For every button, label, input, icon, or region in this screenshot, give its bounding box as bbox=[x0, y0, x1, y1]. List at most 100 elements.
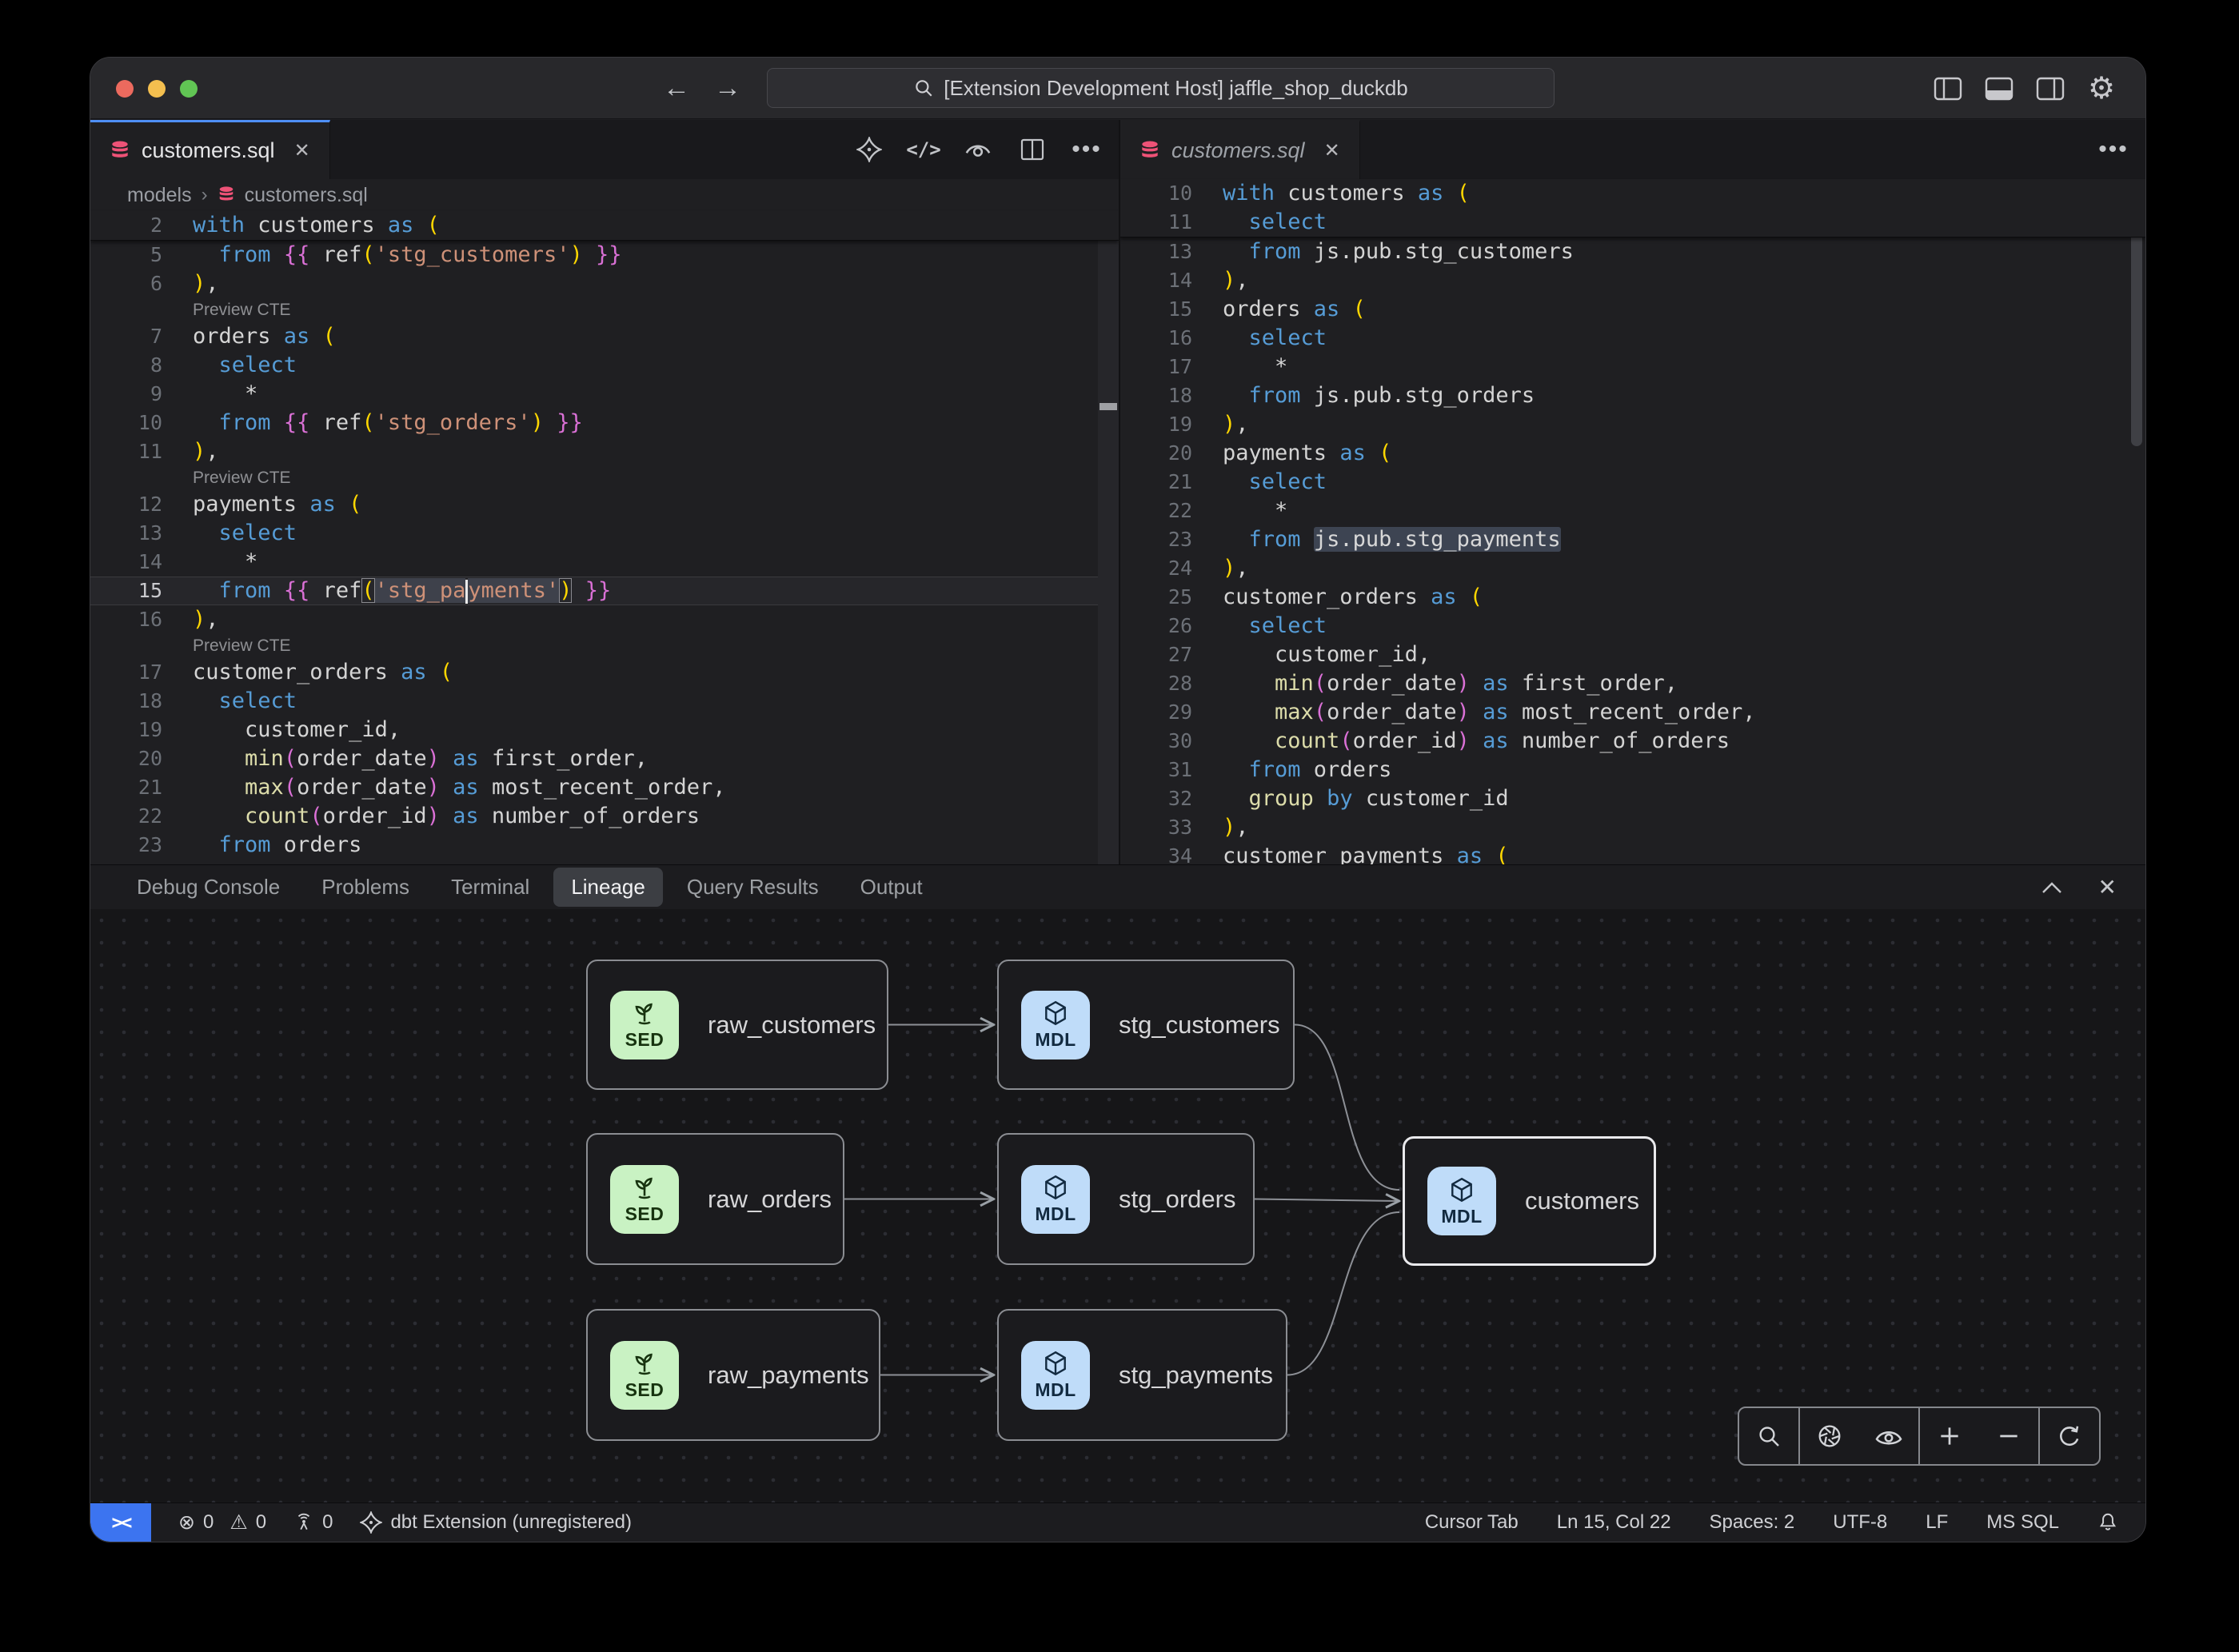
breadcrumb-folder[interactable]: models bbox=[127, 184, 192, 207]
dbt-extension-status[interactable]: dbt Extension (unregistered) bbox=[360, 1511, 632, 1534]
line-number[interactable]: 10 bbox=[1120, 179, 1215, 208]
line-number[interactable]: 6 bbox=[90, 269, 185, 298]
tab-customers-sql-left[interactable]: customers.sql ✕ bbox=[90, 120, 330, 179]
code-line-22[interactable]: 22 count(order_id) as number_of_orders bbox=[90, 802, 1119, 831]
code-line-25[interactable]: 25customer_orders as ( bbox=[1120, 583, 2145, 612]
line-number[interactable]: 17 bbox=[1120, 353, 1215, 381]
code-line-32[interactable]: 32 group by customer_id bbox=[1120, 784, 2145, 813]
line-number[interactable]: 5 bbox=[90, 241, 185, 269]
line-number[interactable]: 17 bbox=[90, 658, 185, 687]
line-number[interactable]: 21 bbox=[90, 773, 185, 802]
zoom-out-icon[interactable] bbox=[1979, 1408, 2038, 1464]
code-line-10[interactable]: 10with customers as ( bbox=[1120, 179, 2145, 208]
code-line-30[interactable]: 30 count(order_id) as number_of_orders bbox=[1120, 727, 2145, 756]
line-number[interactable]: 13 bbox=[90, 519, 185, 548]
line-number[interactable]: 9 bbox=[90, 380, 185, 409]
code-line-19[interactable]: 19), bbox=[1120, 410, 2145, 439]
code-line-12[interactable]: 12payments as ( bbox=[90, 490, 1119, 519]
close-window-button[interactable] bbox=[116, 80, 134, 98]
line-number[interactable]: 19 bbox=[90, 716, 185, 744]
code-line-29[interactable]: 29 max(order_date) as most_recent_order, bbox=[1120, 698, 2145, 727]
toggle-bottom-panel-icon[interactable] bbox=[1984, 75, 2014, 102]
lineage-node-stg_customers[interactable]: MDLstg_customers bbox=[997, 960, 1295, 1090]
codelens-preview-cte[interactable]: Preview CTE bbox=[90, 466, 1119, 490]
code-line-8[interactable]: 8 select bbox=[90, 351, 1119, 380]
line-number[interactable]: 24 bbox=[1120, 554, 1215, 583]
lineage-node-raw_payments[interactable]: SEDraw_payments bbox=[586, 1309, 880, 1441]
status-item-utf-8[interactable]: UTF-8 bbox=[1833, 1511, 1887, 1534]
forward-button[interactable]: → bbox=[714, 73, 741, 104]
maximize-window-button[interactable] bbox=[180, 80, 198, 98]
code-line-13[interactable]: 13 select bbox=[90, 519, 1119, 548]
code-line-20[interactable]: 20payments as ( bbox=[1120, 439, 2145, 468]
split-editor-icon[interactable] bbox=[1018, 135, 1047, 164]
status-item-ln-15-col-22[interactable]: Ln 15, Col 22 bbox=[1557, 1511, 1671, 1534]
status-item-cursor-tab[interactable]: Cursor Tab bbox=[1425, 1511, 1519, 1534]
line-number[interactable]: 29 bbox=[1120, 698, 1215, 727]
line-number[interactable]: 8 bbox=[90, 351, 185, 380]
code-area-left[interactable]: 2with customers as ( 5 from {{ ref('stg_… bbox=[90, 211, 1119, 860]
line-number[interactable]: 15 bbox=[1120, 295, 1215, 324]
lineage-canvas[interactable]: SEDraw_customersMDLstg_customersSEDraw_o… bbox=[90, 909, 2145, 1504]
show-compiled-code-icon[interactable]: </> bbox=[909, 135, 938, 164]
code-line-33[interactable]: 33), bbox=[1120, 813, 2145, 842]
minimize-window-button[interactable] bbox=[148, 80, 166, 98]
line-number[interactable]: 2 bbox=[90, 211, 185, 240]
status-item-ms-sql[interactable]: MS SQL bbox=[1986, 1511, 2059, 1534]
toggle-left-sidebar-icon[interactable] bbox=[1933, 75, 1963, 102]
code-line-24[interactable]: 24), bbox=[1120, 554, 2145, 583]
status-item-lf[interactable]: LF bbox=[1926, 1511, 1948, 1534]
toggle-right-sidebar-icon[interactable] bbox=[2035, 75, 2065, 102]
refresh-icon[interactable] bbox=[2040, 1408, 2099, 1464]
code-line-2[interactable]: 2with customers as ( bbox=[90, 211, 1119, 240]
settings-gear-icon[interactable]: ⚙ bbox=[2086, 75, 2117, 102]
aperture-icon[interactable] bbox=[1800, 1408, 1859, 1464]
code-line-16[interactable]: 16 select bbox=[1120, 324, 2145, 353]
codelens-preview-cte[interactable]: Preview CTE bbox=[90, 634, 1119, 658]
line-number[interactable]: 14 bbox=[1120, 266, 1215, 295]
code-line-20[interactable]: 20 min(order_date) as first_order, bbox=[90, 744, 1119, 773]
line-number[interactable]: 18 bbox=[1120, 381, 1215, 410]
code-line-18[interactable]: 18 from js.pub.stg_orders bbox=[1120, 381, 2145, 410]
codelens-preview-cte[interactable]: Preview CTE bbox=[90, 298, 1119, 322]
line-number[interactable]: 34 bbox=[1120, 842, 1215, 864]
line-number[interactable]: 22 bbox=[1120, 497, 1215, 525]
panel-tab-terminal[interactable]: Terminal bbox=[433, 868, 547, 907]
line-number[interactable]: 20 bbox=[90, 744, 185, 773]
code-line-23[interactable]: 23 from orders bbox=[90, 831, 1119, 860]
ports-status[interactable]: 0 bbox=[293, 1511, 333, 1534]
line-number[interactable]: 19 bbox=[1120, 410, 1215, 439]
code-line-6[interactable]: 6), bbox=[90, 269, 1119, 298]
code-line-21[interactable]: 21 max(order_date) as most_recent_order, bbox=[90, 773, 1119, 802]
status-item-spaces-2[interactable]: Spaces: 2 bbox=[1710, 1511, 1795, 1534]
line-number[interactable]: 12 bbox=[90, 490, 185, 519]
line-number[interactable]: 32 bbox=[1120, 784, 1215, 813]
line-number[interactable]: 28 bbox=[1120, 669, 1215, 698]
close-tab-icon[interactable]: ✕ bbox=[294, 139, 310, 162]
code-line-11[interactable]: 11 select bbox=[1120, 208, 2145, 237]
line-number[interactable]: 14 bbox=[90, 548, 185, 577]
code-line-15[interactable]: 15 from {{ ref('stg_payments') }} bbox=[90, 577, 1119, 605]
panel-tab-output[interactable]: Output bbox=[843, 868, 940, 907]
line-number[interactable]: 11 bbox=[90, 437, 185, 466]
line-number[interactable]: 16 bbox=[1120, 324, 1215, 353]
code-line-18[interactable]: 18 select bbox=[90, 687, 1119, 716]
dbt-power-user-icon[interactable] bbox=[855, 135, 884, 164]
code-line-26[interactable]: 26 select bbox=[1120, 612, 2145, 640]
panel-tab-lineage[interactable]: Lineage bbox=[553, 868, 663, 907]
code-line-23[interactable]: 23 from js.pub.stg_payments bbox=[1120, 525, 2145, 554]
back-button[interactable]: ← bbox=[663, 73, 690, 104]
lineage-node-stg_orders[interactable]: MDLstg_orders bbox=[997, 1133, 1255, 1265]
code-line-31[interactable]: 31 from orders bbox=[1120, 756, 2145, 784]
panel-tab-query-results[interactable]: Query Results bbox=[669, 868, 836, 907]
lineage-node-customers[interactable]: MDLcustomers bbox=[1403, 1136, 1656, 1266]
line-number[interactable]: 15 bbox=[90, 577, 185, 605]
code-line-17[interactable]: 17customer_orders as ( bbox=[90, 658, 1119, 687]
line-number[interactable]: 30 bbox=[1120, 727, 1215, 756]
code-line-13[interactable]: 13 from js.pub.stg_customers bbox=[1120, 237, 2145, 266]
code-line-21[interactable]: 21 select bbox=[1120, 468, 2145, 497]
eye-icon[interactable] bbox=[1859, 1408, 1918, 1464]
line-number[interactable]: 26 bbox=[1120, 612, 1215, 640]
line-number[interactable]: 11 bbox=[1120, 208, 1215, 237]
line-number[interactable]: 22 bbox=[90, 802, 185, 831]
